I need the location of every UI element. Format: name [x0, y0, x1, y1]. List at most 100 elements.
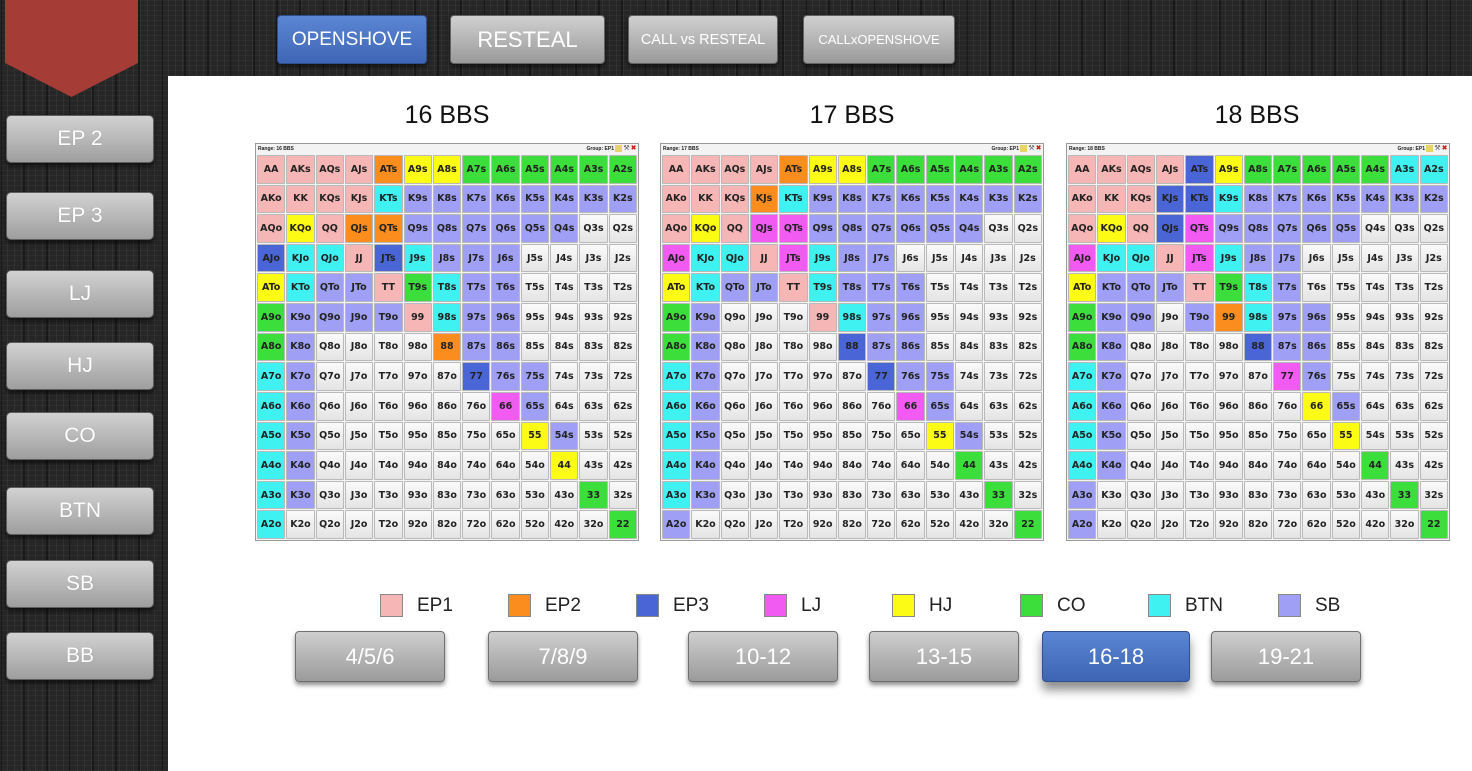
- hand-cell-a8o[interactable]: A8o: [257, 332, 286, 362]
- hand-cell-87o[interactable]: 87o: [1243, 362, 1273, 391]
- hand-cell-k2o[interactable]: K2o: [691, 510, 720, 539]
- hand-cell-73o[interactable]: 73o: [1273, 480, 1302, 510]
- hand-cell-t4s[interactable]: T4s: [550, 273, 579, 303]
- hand-cell-86s[interactable]: 86s: [1302, 332, 1331, 362]
- hand-cell-97s[interactable]: 97s: [867, 303, 896, 332]
- hand-cell-t9s[interactable]: T9s: [403, 273, 432, 303]
- tools-icon[interactable]: ⚒: [1028, 145, 1035, 152]
- hand-cell-75s[interactable]: 75s: [925, 362, 955, 391]
- hand-cell-q3s[interactable]: Q3s: [1390, 214, 1419, 243]
- hand-cell-95s[interactable]: 95s: [520, 303, 550, 332]
- hand-cell-96s[interactable]: 96s: [491, 303, 520, 332]
- hand-cell-65s[interactable]: 65s: [925, 391, 955, 421]
- hand-cell-76o[interactable]: 76o: [462, 391, 491, 421]
- hand-cell-a3o[interactable]: A3o: [257, 480, 286, 510]
- hand-cell-j5o[interactable]: J5o: [344, 421, 374, 451]
- hand-cell-j6o[interactable]: J6o: [344, 391, 374, 421]
- hand-cell-98s[interactable]: 98s: [837, 303, 867, 332]
- hand-cell-32s[interactable]: 32s: [1013, 480, 1042, 510]
- hand-cell-kts[interactable]: KTs: [779, 184, 808, 214]
- hand-cell-j2s[interactable]: J2s: [608, 243, 637, 273]
- hand-cell-ajo[interactable]: AJo: [257, 243, 286, 273]
- hand-cell-qq[interactable]: QQ: [720, 214, 749, 243]
- hand-cell-73s[interactable]: 73s: [984, 362, 1013, 391]
- hand-cell-a2o[interactable]: A2o: [662, 510, 691, 539]
- hand-cell-k3s[interactable]: K3s: [1390, 184, 1419, 214]
- hand-cell-77[interactable]: 77: [867, 362, 896, 391]
- hand-cell-a5s[interactable]: A5s: [1331, 155, 1361, 184]
- hand-cell-97s[interactable]: 97s: [462, 303, 491, 332]
- hand-cell-a8s[interactable]: A8s: [837, 155, 867, 184]
- hand-cell-86s[interactable]: 86s: [491, 332, 520, 362]
- hand-cell-85o[interactable]: 85o: [1243, 421, 1273, 451]
- hand-cell-ato[interactable]: ATo: [662, 273, 691, 303]
- hand-cell-43o[interactable]: 43o: [1361, 480, 1390, 510]
- hand-cell-42o[interactable]: 42o: [550, 510, 579, 539]
- hand-cell-qto[interactable]: QTo: [315, 273, 344, 303]
- hand-cell-qjs[interactable]: QJs: [344, 214, 374, 243]
- hand-cell-96s[interactable]: 96s: [896, 303, 925, 332]
- hand-cell-aqo[interactable]: AQo: [1068, 214, 1097, 243]
- hand-cell-a2o[interactable]: A2o: [1068, 510, 1097, 539]
- hand-cell-q2o[interactable]: Q2o: [720, 510, 749, 539]
- hand-cell-94o[interactable]: 94o: [1214, 451, 1243, 480]
- hand-cell-92o[interactable]: 92o: [808, 510, 837, 539]
- hand-cell-t8s[interactable]: T8s: [837, 273, 867, 303]
- hand-cell-j6s[interactable]: J6s: [491, 243, 520, 273]
- hand-cell-82o[interactable]: 82o: [837, 510, 867, 539]
- hand-cell-q7s[interactable]: Q7s: [1273, 214, 1302, 243]
- hand-cell-t7o[interactable]: T7o: [779, 362, 808, 391]
- hand-cell-t7s[interactable]: T7s: [462, 273, 491, 303]
- hand-cell-32o[interactable]: 32o: [1390, 510, 1419, 539]
- hand-cell-q6s[interactable]: Q6s: [1302, 214, 1331, 243]
- hand-cell-72o[interactable]: 72o: [462, 510, 491, 539]
- hand-cell-ako[interactable]: AKo: [1068, 184, 1097, 214]
- hand-cell-ats[interactable]: ATs: [374, 155, 403, 184]
- hand-cell-t3o[interactable]: T3o: [779, 480, 808, 510]
- hand-cell-ato[interactable]: ATo: [1068, 273, 1097, 303]
- hand-cell-83o[interactable]: 83o: [432, 480, 462, 510]
- hand-cell-qjs[interactable]: QJs: [1155, 214, 1185, 243]
- hand-cell-k3s[interactable]: K3s: [984, 184, 1013, 214]
- stack-tab-10-12[interactable]: 10-12: [688, 631, 838, 682]
- hand-cell-k7o[interactable]: K7o: [691, 362, 720, 391]
- hand-cell-k4s[interactable]: K4s: [955, 184, 984, 214]
- hand-cell-64s[interactable]: 64s: [550, 391, 579, 421]
- hand-cell-a4s[interactable]: A4s: [1361, 155, 1390, 184]
- hand-cell-a3s[interactable]: A3s: [984, 155, 1013, 184]
- hand-cell-a6o[interactable]: A6o: [1068, 391, 1097, 421]
- hand-cell-44[interactable]: 44: [955, 451, 984, 480]
- hand-cell-82o[interactable]: 82o: [432, 510, 462, 539]
- hand-cell-k5o[interactable]: K5o: [691, 421, 720, 451]
- hand-cell-kqs[interactable]: KQs: [1126, 184, 1155, 214]
- hand-cell-a3o[interactable]: A3o: [662, 480, 691, 510]
- hand-cell-kjs[interactable]: KJs: [1155, 184, 1185, 214]
- hand-cell-62s[interactable]: 62s: [608, 391, 637, 421]
- hand-cell-a2s[interactable]: A2s: [1419, 155, 1448, 184]
- hand-cell-j8o[interactable]: J8o: [749, 332, 779, 362]
- hand-cell-77[interactable]: 77: [462, 362, 491, 391]
- hand-cell-t6s[interactable]: T6s: [896, 273, 925, 303]
- hand-cell-97o[interactable]: 97o: [403, 362, 432, 391]
- hand-cell-53s[interactable]: 53s: [1390, 421, 1419, 451]
- hand-cell-ato[interactable]: ATo: [257, 273, 286, 303]
- hand-cell-a5o[interactable]: A5o: [662, 421, 691, 451]
- hand-cell-42o[interactable]: 42o: [1361, 510, 1390, 539]
- hand-cell-74o[interactable]: 74o: [462, 451, 491, 480]
- hand-cell-52o[interactable]: 52o: [925, 510, 955, 539]
- hand-cell-ajs[interactable]: AJs: [344, 155, 374, 184]
- hand-cell-j7o[interactable]: J7o: [1155, 362, 1185, 391]
- hand-cell-j9s[interactable]: J9s: [403, 243, 432, 273]
- hand-cell-82s[interactable]: 82s: [608, 332, 637, 362]
- hand-cell-a5s[interactable]: A5s: [520, 155, 550, 184]
- hand-cell-j8s[interactable]: J8s: [432, 243, 462, 273]
- hand-cell-k8o[interactable]: K8o: [286, 332, 315, 362]
- hand-cell-ats[interactable]: ATs: [779, 155, 808, 184]
- hand-cell-92o[interactable]: 92o: [403, 510, 432, 539]
- stack-tab-4-5-6[interactable]: 4/5/6: [295, 631, 445, 682]
- hand-cell-93o[interactable]: 93o: [1214, 480, 1243, 510]
- hand-cell-jto[interactable]: JTo: [344, 273, 374, 303]
- hand-cell-kjs[interactable]: KJs: [749, 184, 779, 214]
- hand-cell-a9s[interactable]: A9s: [808, 155, 837, 184]
- hand-cell-j4s[interactable]: J4s: [955, 243, 984, 273]
